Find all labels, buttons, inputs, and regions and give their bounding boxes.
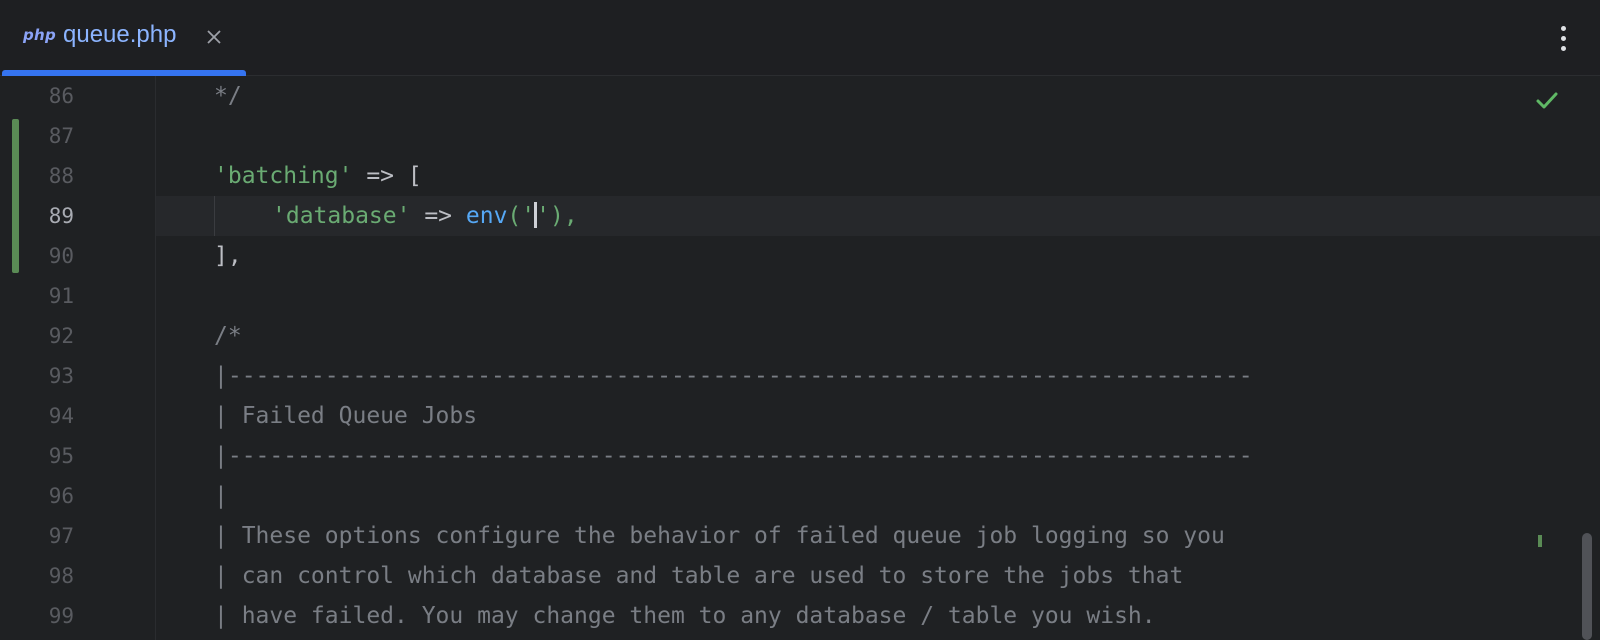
operator: => (352, 163, 408, 189)
current-line-highlight (0, 196, 1600, 236)
line-number: 94 (48, 404, 74, 428)
code-line-98: | can control which database and table a… (214, 563, 1184, 589)
code-editor[interactable]: 86 87 88 89 90 91 92 93 94 95 96 97 98 9… (0, 76, 1600, 640)
code-line-94: | Failed Queue Jobs (214, 403, 478, 429)
line-number: 91 (48, 284, 74, 308)
line-number-current: 89 (48, 204, 74, 228)
string-close: '), (536, 203, 578, 229)
function-name: env (465, 203, 508, 229)
line-number: 87 (48, 124, 74, 148)
line-number: 98 (48, 564, 74, 588)
line-number: 92 (48, 324, 74, 348)
line-number: 99 (48, 604, 74, 628)
code-line-89: 'database' => env(''), (272, 196, 578, 236)
code-line-90: ], (214, 243, 242, 269)
operator: => (410, 203, 466, 229)
code-line-96: | (214, 483, 228, 509)
string-literal: 'database' (272, 203, 411, 229)
line-number: 90 (48, 244, 74, 268)
checkmark-icon[interactable] (1534, 88, 1560, 114)
code-line-92: /* (214, 323, 242, 349)
line-number: 88 (48, 164, 74, 188)
tab-queue-php[interactable]: php queue.php (0, 0, 246, 76)
line-number: 97 (48, 524, 74, 548)
scroll-change-marker[interactable] (1538, 535, 1542, 547)
line-number: 95 (48, 444, 74, 468)
code-line-97: | These options configure the behavior o… (214, 523, 1225, 549)
code-line-88: 'batching' => [ (214, 156, 422, 196)
line-number-gutter[interactable]: 86 87 88 89 90 91 92 93 94 95 96 97 98 9… (0, 76, 155, 640)
close-icon[interactable] (204, 27, 224, 47)
editor-tab-bar: php queue.php (0, 0, 1600, 76)
code-line-86: */ (214, 83, 242, 109)
line-number: 86 (48, 84, 74, 108)
text-caret (534, 201, 538, 228)
gutter-divider (155, 76, 156, 640)
bracket: [ (407, 163, 422, 189)
string-open: (' (507, 203, 536, 229)
code-line-95: |---------------------------------------… (214, 443, 1253, 469)
code-line-99: | have failed. You may change them to an… (214, 603, 1156, 629)
line-number: 96 (48, 484, 74, 508)
tab-file-name: queue.php (63, 21, 177, 48)
line-number: 93 (48, 364, 74, 388)
string-literal: 'batching' (214, 163, 353, 189)
more-vertical-icon[interactable] (1552, 24, 1576, 54)
vertical-scrollbar[interactable] (1582, 533, 1592, 640)
indent-guide (214, 196, 215, 236)
php-icon: php (23, 26, 57, 44)
code-line-93: |---------------------------------------… (214, 363, 1253, 389)
